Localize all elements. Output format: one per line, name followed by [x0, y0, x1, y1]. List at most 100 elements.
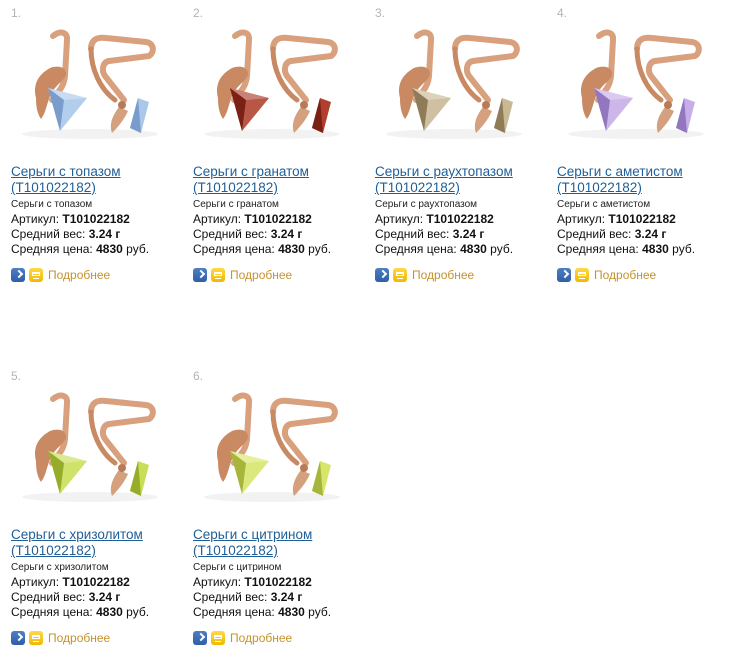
cart-icon[interactable]	[29, 267, 43, 282]
cart-icon[interactable]	[211, 630, 225, 645]
more-link[interactable]: Подробнее	[230, 631, 292, 645]
product-card: 6. Серьги с цитрином (T101022182) Серьги…	[182, 363, 360, 663]
more-link[interactable]: Подробнее	[230, 268, 292, 282]
product-subtitle: Серьги с топазом	[11, 199, 93, 210]
product-title-name: Серьги с гранатом	[193, 164, 309, 179]
product-image[interactable]	[554, 18, 719, 153]
product-article: Артикул: T101022182	[193, 212, 312, 227]
product-article: Артикул: T101022182	[11, 212, 130, 227]
price-value: 4830	[96, 605, 123, 619]
product-title-code: (T101022182)	[557, 180, 642, 195]
price-value: 4830	[278, 242, 305, 256]
price-label: Средняя цена:	[11, 242, 93, 256]
arrow-right-icon[interactable]	[193, 267, 207, 282]
product-card: 2. Серьги с гранатом (T101022182) Серьги…	[182, 0, 360, 300]
product-article: Артикул: T101022182	[11, 575, 130, 590]
product-image[interactable]	[190, 18, 355, 153]
product-price: Средняя цена: 4830 руб.	[193, 242, 331, 257]
product-title-link[interactable]: Серьги с топазом (T101022182)	[11, 164, 189, 196]
earrings-illustration	[190, 381, 355, 516]
more-link[interactable]: Подробнее	[48, 631, 110, 645]
price-currency: руб.	[308, 242, 332, 256]
product-card: 5. Серьги с хризолитом (T101022182) Серь…	[0, 363, 178, 663]
arrow-right-icon[interactable]	[193, 630, 207, 645]
cart-icon[interactable]	[393, 267, 407, 282]
product-subtitle: Серьги с раухтопазом	[375, 199, 478, 210]
product-subtitle: Серьги с аметистом	[557, 199, 651, 210]
article-label: Артикул:	[11, 575, 60, 589]
product-image[interactable]	[190, 381, 355, 516]
article-value: T101022182	[426, 212, 494, 226]
weight-value: 3.24 г	[270, 227, 303, 241]
product-subtitle: Серьги с хризолитом	[11, 562, 109, 573]
price-value: 4830	[278, 605, 305, 619]
article-label: Артикул:	[375, 212, 424, 226]
price-label: Средняя цена:	[193, 605, 275, 619]
article-label: Артикул:	[193, 575, 242, 589]
product-title-name: Серьги с раухтопазом	[375, 164, 513, 179]
product-price: Средняя цена: 4830 руб.	[11, 605, 149, 620]
product-price: Средняя цена: 4830 руб.	[193, 605, 331, 620]
article-label: Артикул:	[193, 212, 242, 226]
product-article: Артикул: T101022182	[193, 575, 312, 590]
product-actions: Подробнее	[557, 266, 656, 282]
product-actions: Подробнее	[11, 266, 110, 282]
article-value: T101022182	[62, 212, 130, 226]
product-actions: Подробнее	[193, 629, 292, 645]
price-currency: руб.	[126, 242, 150, 256]
price-value: 4830	[460, 242, 487, 256]
product-card: 1. Серьги с топазом (T101022182) Серьги …	[0, 0, 178, 300]
product-weight: Средний вес: 3.24 г	[375, 227, 484, 242]
cart-icon[interactable]	[575, 267, 589, 282]
price-currency: руб.	[672, 242, 696, 256]
article-value: T101022182	[608, 212, 676, 226]
product-card: 3. Серьги с раухтопазом (T101022182) Сер…	[364, 0, 542, 300]
product-title-code: (T101022182)	[193, 180, 278, 195]
product-weight: Средний вес: 3.24 г	[557, 227, 666, 242]
weight-label: Средний вес:	[11, 227, 86, 241]
product-title-link[interactable]: Серьги с гранатом (T101022182)	[193, 164, 371, 196]
weight-value: 3.24 г	[88, 590, 121, 604]
price-label: Средняя цена:	[375, 242, 457, 256]
price-currency: руб.	[308, 605, 332, 619]
product-title-name: Серьги с аметистом	[557, 164, 683, 179]
product-title-link[interactable]: Серьги с раухтопазом (T101022182)	[375, 164, 553, 196]
product-title-link[interactable]: Серьги с хризолитом (T101022182)	[11, 527, 189, 559]
product-title-code: (T101022182)	[375, 180, 460, 195]
weight-label: Средний вес:	[193, 590, 268, 604]
price-value: 4830	[642, 242, 669, 256]
weight-value: 3.24 г	[452, 227, 485, 241]
product-image[interactable]	[8, 381, 173, 516]
earrings-illustration	[372, 18, 537, 153]
earrings-illustration	[8, 18, 173, 153]
cart-icon[interactable]	[211, 267, 225, 282]
arrow-right-icon[interactable]	[557, 267, 571, 282]
cart-icon[interactable]	[29, 630, 43, 645]
product-title-code: (T101022182)	[11, 543, 96, 558]
product-weight: Средний вес: 3.24 г	[193, 590, 302, 605]
weight-label: Средний вес:	[11, 590, 86, 604]
product-title-code: (T101022182)	[11, 180, 96, 195]
price-label: Средняя цена:	[193, 242, 275, 256]
product-weight: Средний вес: 3.24 г	[11, 227, 120, 242]
more-link[interactable]: Подробнее	[594, 268, 656, 282]
arrow-right-icon[interactable]	[11, 630, 25, 645]
weight-value: 3.24 г	[270, 590, 303, 604]
product-actions: Подробнее	[375, 266, 474, 282]
product-title-link[interactable]: Серьги с аметистом (T101022182)	[557, 164, 735, 196]
product-article: Артикул: T101022182	[557, 212, 676, 227]
product-actions: Подробнее	[193, 266, 292, 282]
arrow-right-icon[interactable]	[375, 267, 389, 282]
more-link[interactable]: Подробнее	[48, 268, 110, 282]
price-label: Средняя цена:	[557, 242, 639, 256]
product-subtitle: Серьги с цитрином	[193, 562, 282, 573]
arrow-right-icon[interactable]	[11, 267, 25, 282]
article-value: T101022182	[244, 212, 312, 226]
product-price: Средняя цена: 4830 руб.	[11, 242, 149, 257]
product-image[interactable]	[372, 18, 537, 153]
product-title-link[interactable]: Серьги с цитрином (T101022182)	[193, 527, 371, 559]
product-image[interactable]	[8, 18, 173, 153]
more-link[interactable]: Подробнее	[412, 268, 474, 282]
product-grid: 1. Серьги с топазом (T101022182) Серьги …	[0, 0, 739, 665]
product-title-code: (T101022182)	[193, 543, 278, 558]
